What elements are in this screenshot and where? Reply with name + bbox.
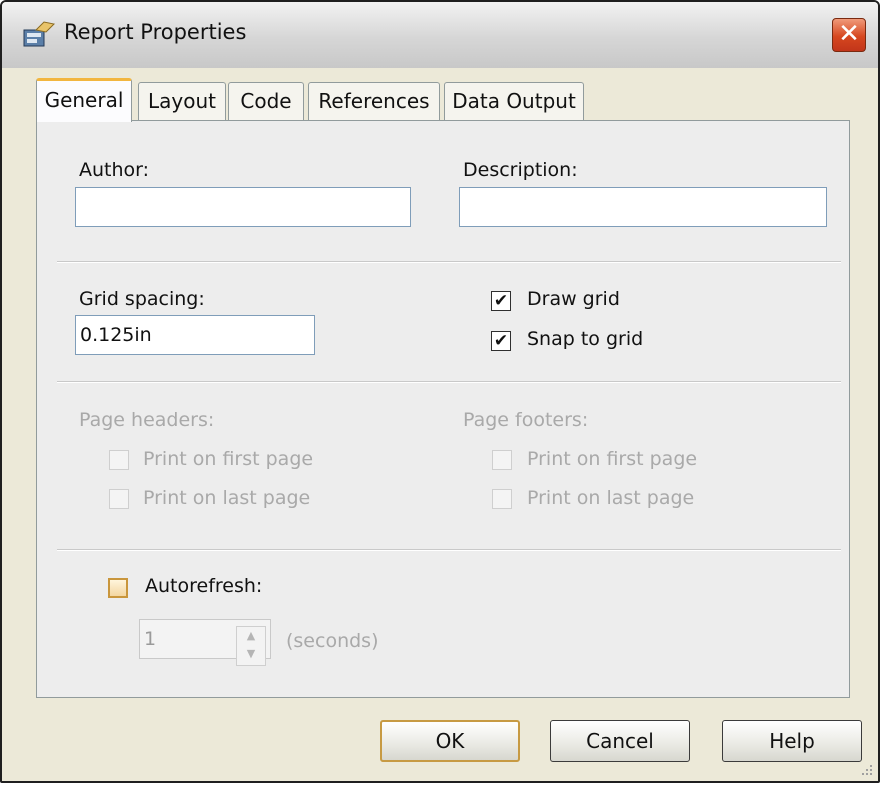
close-icon: ✕ <box>838 19 860 49</box>
footers-last-page-label: Print on last page <box>527 487 695 509</box>
chevron-up-icon[interactable]: ▲ <box>237 627 265 645</box>
separator <box>57 261 841 263</box>
page-headers-label: Page headers: <box>79 409 215 431</box>
footers-first-page-label: Print on first page <box>527 448 698 470</box>
snap-to-grid-checkbox[interactable]: ✔ <box>491 331 511 351</box>
resize-grip-icon[interactable] <box>858 761 874 777</box>
close-button[interactable]: ✕ <box>832 18 866 52</box>
help-button[interactable]: Help <box>722 720 862 762</box>
page-footers-label: Page footers: <box>463 409 589 431</box>
draw-grid-checkbox[interactable]: ✔ <box>491 291 511 311</box>
title-bar[interactable]: Report Properties ✕ <box>2 2 878 69</box>
footers-first-page-checkbox[interactable] <box>492 450 512 470</box>
draw-grid-label: Draw grid <box>527 288 620 310</box>
window-title: Report Properties <box>64 20 247 44</box>
report-properties-dialog: Report Properties ✕ General Layout Code … <box>0 0 880 783</box>
headers-last-page-label: Print on last page <box>143 487 311 509</box>
tab-references[interactable]: References <box>308 82 440 120</box>
separator <box>57 549 841 551</box>
seconds-spinner[interactable]: ▲ ▼ <box>236 626 266 666</box>
separator <box>57 381 841 383</box>
description-input[interactable] <box>459 187 827 227</box>
checkmark-icon: ✔ <box>493 291 509 311</box>
autorefresh-checkbox[interactable] <box>108 578 128 598</box>
author-input[interactable] <box>75 187 411 227</box>
author-label: Author: <box>79 159 150 181</box>
headers-first-page-label: Print on first page <box>143 448 314 470</box>
tab-data-output[interactable]: Data Output <box>444 82 584 120</box>
general-panel: Author: Description: Grid spacing: 0.125… <box>36 120 850 698</box>
grid-spacing-label: Grid spacing: <box>79 288 205 310</box>
cancel-button[interactable]: Cancel <box>550 720 690 762</box>
description-label: Description: <box>463 159 578 181</box>
grid-spacing-input[interactable]: 0.125in <box>75 315 315 355</box>
seconds-label: (seconds) <box>286 630 379 652</box>
chevron-down-icon[interactable]: ▼ <box>237 645 265 663</box>
dialog-body: General Layout Code References Data Outp… <box>2 68 878 781</box>
snap-to-grid-label: Snap to grid <box>527 328 644 350</box>
autorefresh-label: Autorefresh: <box>145 575 263 597</box>
tab-layout[interactable]: Layout <box>138 82 226 120</box>
footers-last-page-checkbox[interactable] <box>492 489 512 509</box>
headers-first-page-checkbox[interactable] <box>109 450 129 470</box>
checkmark-icon: ✔ <box>493 331 509 351</box>
tab-code[interactable]: Code <box>228 82 304 120</box>
ok-button[interactable]: OK <box>380 720 520 762</box>
headers-last-page-checkbox[interactable] <box>109 489 129 509</box>
app-icon <box>23 21 56 47</box>
tab-general[interactable]: General <box>36 78 132 122</box>
